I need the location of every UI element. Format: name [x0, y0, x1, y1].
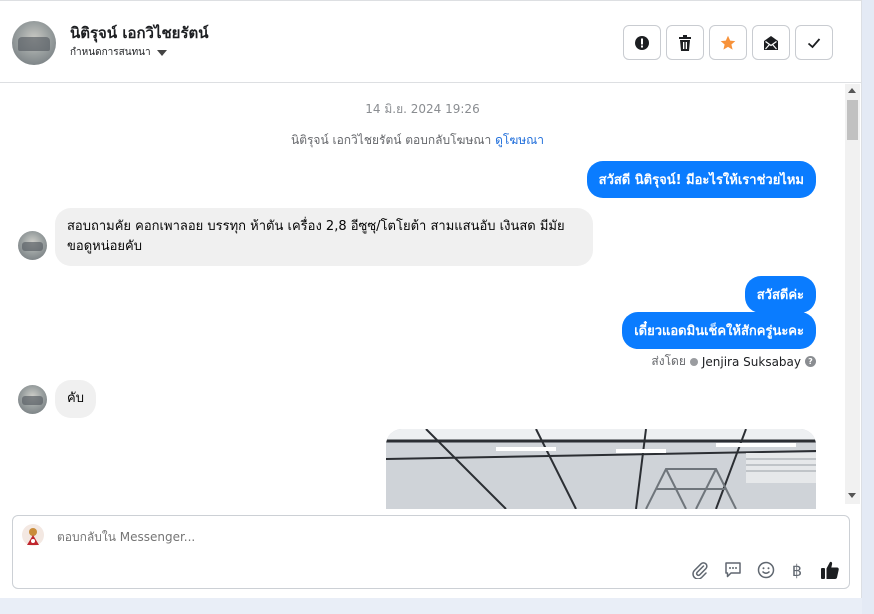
- thread-scrollbar[interactable]: [845, 84, 860, 504]
- help-icon[interactable]: ?: [805, 356, 816, 367]
- alert-icon: [635, 35, 649, 50]
- conversation-header: นิติรุจน์ เอกวิไชยรัตน์ กำหนดการสนทนา: [0, 0, 862, 83]
- view-ad-link[interactable]: ดูโฆษณา: [495, 133, 544, 147]
- mark-done-button[interactable]: [795, 25, 833, 60]
- contact-name[interactable]: นิติรุจน์ เอกวิไชยรัตน์: [70, 21, 209, 45]
- delete-button[interactable]: [666, 25, 704, 60]
- mark-unread-button[interactable]: [752, 25, 790, 60]
- message-composer: ฿: [12, 515, 850, 589]
- conversation-status-dropdown[interactable]: กำหนดการสนทนา: [70, 45, 167, 60]
- payment-button[interactable]: ฿: [786, 559, 808, 581]
- conversation-panel: นิติรุจน์ เอกวิไชยรัตน์ กำหนดการสนทนา 14…: [0, 0, 862, 614]
- ad-reply-notice: นิติรุจน์ เอกวิไชยรัตน์ ตอบกลับโฆษณา ดูโ…: [0, 131, 835, 150]
- bottom-gutter: [0, 598, 862, 614]
- scroll-down-arrow[interactable]: [848, 493, 856, 498]
- star-icon: [720, 35, 736, 50]
- scrollbar-thumb[interactable]: [847, 100, 858, 140]
- mark-unread-icon: [764, 35, 778, 50]
- sent-by-prefix: ส่งโดย: [651, 354, 686, 368]
- side-gutter: [862, 0, 874, 614]
- report-button[interactable]: [623, 25, 661, 60]
- emoji-button[interactable]: [755, 559, 777, 581]
- ad-reply-text: นิติรุจน์ เอกวิไชยรัตน์ ตอบกลับโฆษณา: [290, 133, 492, 147]
- reply-input[interactable]: [57, 530, 657, 544]
- check-icon: [807, 37, 821, 48]
- page-avatar: [21, 523, 45, 551]
- message-bubble-incoming[interactable]: สอบถามคัย คอกเพาลอย บรรทุก ห้าตัน เครื่อ…: [55, 208, 593, 266]
- message-bubble-outgoing[interactable]: เดี๋ยวแอดมินเช็คให้สักครู่นะคะ: [622, 312, 816, 349]
- emoji-icon: [757, 561, 775, 579]
- image-attachment[interactable]: [386, 429, 816, 509]
- saved-reply-icon: [725, 562, 741, 578]
- sent-by-label: ส่งโดย Jenjira Suksabay ?: [651, 352, 816, 371]
- contact-avatar-small: [18, 231, 47, 260]
- contact-avatar-small: [18, 385, 47, 414]
- page-badge-icon: [689, 357, 698, 366]
- sender-name: Jenjira Suksabay: [701, 354, 801, 369]
- trash-icon: [679, 34, 691, 51]
- scroll-up-arrow[interactable]: [848, 88, 856, 93]
- baht-icon: ฿: [791, 560, 803, 580]
- saved-replies-button[interactable]: [722, 559, 744, 581]
- message-timestamp: 14 มิ.ย. 2024 19:26: [365, 102, 480, 116]
- contact-avatar[interactable]: [12, 21, 56, 65]
- attachment-icon: [692, 562, 708, 579]
- caret-down-icon: [156, 49, 167, 56]
- message-bubble-outgoing[interactable]: สวัสดีค่ะ: [744, 276, 816, 313]
- attach-button[interactable]: [689, 559, 711, 581]
- like-button[interactable]: [819, 559, 841, 581]
- thumbs-up-icon: [821, 561, 839, 579]
- message-bubble-outgoing[interactable]: สวัสดี นิติรุจน์! มีอะไรให้เราช่วยไหม: [586, 161, 816, 198]
- conversation-status-label: กำหนดการสนทนา: [70, 47, 151, 58]
- message-bubble-incoming[interactable]: คับ: [55, 380, 96, 418]
- star-button[interactable]: [709, 25, 747, 60]
- warehouse-photo: [386, 429, 816, 509]
